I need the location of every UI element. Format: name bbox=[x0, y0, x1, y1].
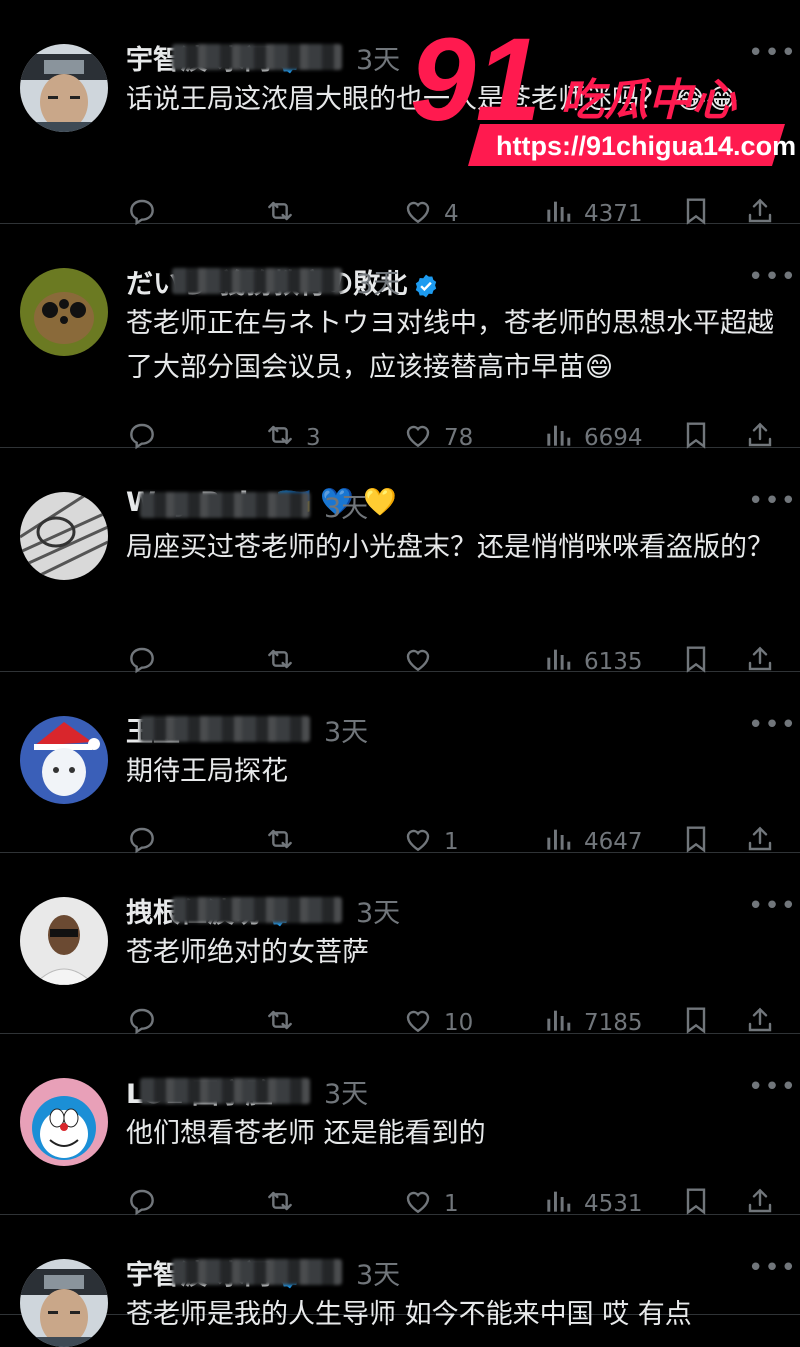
post-text: 苍老师正在与ネトウヨ对线中，苍老师的思想水平超越了大部分国会议员，应该接替高市早… bbox=[126, 308, 774, 383]
post-text: 局座买过苍老师的小光盘末？还是悄悄咪咪看盗版的？ bbox=[126, 532, 774, 563]
post-timestamp[interactable]: 3天 bbox=[324, 1072, 368, 1111]
user-avatar[interactable] bbox=[20, 897, 108, 985]
more-options-icon[interactable]: ••• bbox=[748, 891, 797, 921]
post-timestamp[interactable]: 3天 bbox=[356, 891, 400, 930]
verified-badge-icon bbox=[416, 274, 437, 297]
reply-post[interactable]: Wey Rain 🇺🇦 💙 💛•••局座买过苍老师的小光盘末？还是悄悄咪咪看盗版… bbox=[0, 448, 800, 675]
user-avatar[interactable] bbox=[20, 1259, 108, 1347]
like-count: 1 bbox=[444, 829, 459, 855]
view-count: 4647 bbox=[584, 829, 643, 855]
post-timestamp[interactable]: 3天 bbox=[356, 262, 400, 301]
more-options-icon[interactable]: ••• bbox=[748, 1253, 797, 1283]
redacted-handle bbox=[140, 716, 310, 742]
more-options-icon[interactable]: ••• bbox=[748, 710, 797, 740]
watermark-brand: 吃瓜中心 bbox=[560, 75, 738, 126]
user-avatar[interactable] bbox=[20, 1078, 108, 1166]
redacted-handle bbox=[172, 268, 342, 294]
redacted-handle bbox=[140, 1078, 310, 1104]
post-timestamp[interactable]: 3天 bbox=[324, 486, 368, 525]
more-options-icon[interactable]: ••• bbox=[748, 1072, 797, 1102]
user-avatar[interactable] bbox=[20, 492, 108, 580]
post-text: 苍老师绝对的女菩萨 bbox=[126, 937, 369, 968]
post-text: 苍老师是我的人生导师 如今不能来中国 哎 有点 bbox=[126, 1299, 692, 1330]
post-text: 期待王局探花 bbox=[126, 756, 288, 787]
reply-post[interactable]: LOL 国字脸•••他们想看苍老师 还是能看到的 1 4531 3天 bbox=[0, 1034, 800, 1217]
post-timestamp[interactable]: 3天 bbox=[356, 1253, 400, 1292]
watermark-url: https://91chigua14.com bbox=[496, 131, 796, 161]
more-options-icon[interactable]: ••• bbox=[748, 486, 797, 516]
reply-post[interactable]: 拽根仁波切•••苍老师绝对的女菩萨 10 7185 3天 bbox=[0, 853, 800, 1036]
redacted-handle bbox=[172, 1259, 342, 1285]
view-count: 4531 bbox=[584, 1191, 643, 1217]
user-avatar[interactable] bbox=[20, 44, 108, 132]
like-count: 1 bbox=[444, 1191, 459, 1217]
redacted-handle bbox=[172, 44, 342, 70]
watermark-logo: 91 吃瓜中心 https://91chigua14.com bbox=[410, 20, 796, 166]
like-count: 10 bbox=[444, 1010, 474, 1036]
redacted-handle bbox=[140, 492, 310, 518]
post-text: 他们想看苍老师 还是能看到的 bbox=[126, 1118, 486, 1149]
view-count: 7185 bbox=[584, 1010, 643, 1036]
more-options-icon[interactable]: ••• bbox=[748, 262, 797, 292]
redacted-handle bbox=[172, 897, 342, 923]
post-timestamp[interactable]: 3天 bbox=[356, 38, 400, 77]
reply-post[interactable]: 宇智波·水门•••苍老师是我的人生导师 如今不能来中国 哎 有点3天 bbox=[0, 1215, 800, 1347]
post-timestamp[interactable]: 3天 bbox=[324, 710, 368, 749]
reply-post[interactable]: 王玉•••期待王局探花 1 4647 3天 bbox=[0, 672, 800, 855]
user-avatar[interactable] bbox=[20, 716, 108, 804]
reply-post[interactable]: だいち-義務教育の敗北•••苍老师正在与ネトウヨ对线中，苍老师的思想水平超越了大… bbox=[0, 224, 800, 451]
user-avatar[interactable] bbox=[20, 268, 108, 356]
